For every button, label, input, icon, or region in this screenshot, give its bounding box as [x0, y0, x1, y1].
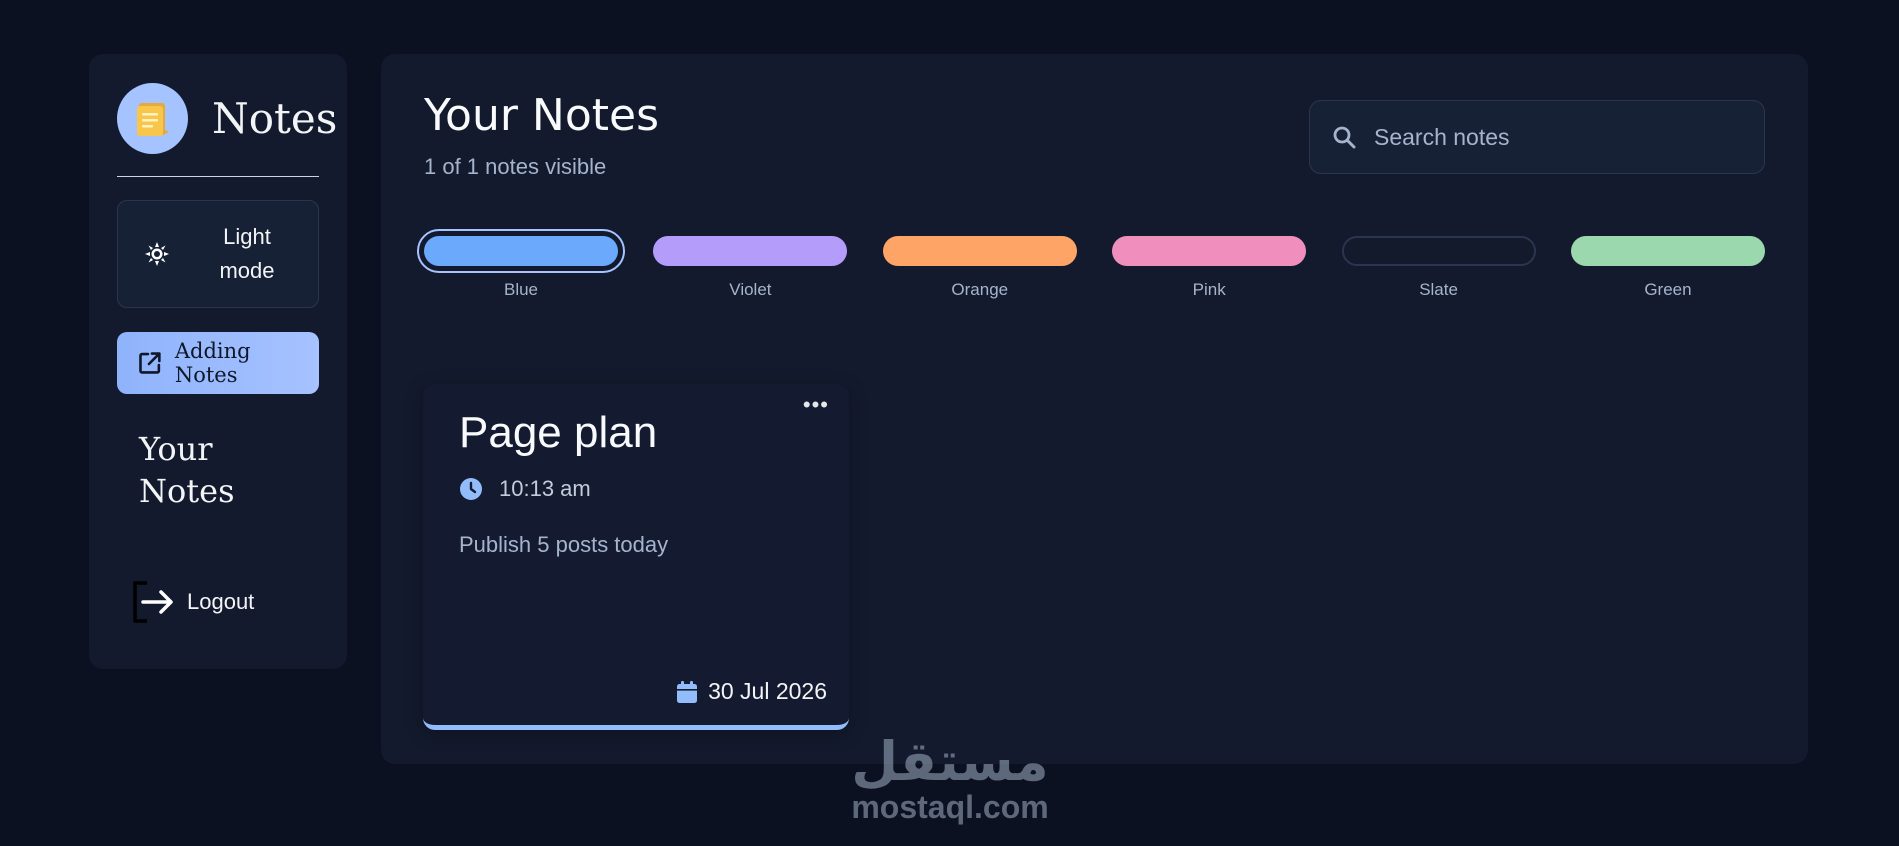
- search-box[interactable]: [1309, 100, 1765, 174]
- brand: Notes: [117, 83, 337, 154]
- swatch-label: Violet: [729, 280, 772, 299]
- logout-button[interactable]: Logout: [129, 579, 254, 625]
- visible-count: 1 of 1 notes visible: [424, 154, 607, 179]
- note-card[interactable]: ••• Page plan 10:13 am Publish 5 posts t…: [423, 384, 849, 730]
- note-title: Page plan: [459, 408, 658, 457]
- brand-name: Notes: [212, 94, 338, 143]
- note-date: 30 Jul 2026: [676, 678, 827, 705]
- swatch-violet[interactable]: Violet: [653, 236, 848, 300]
- watermark-arabic: مستقل: [851, 730, 1049, 793]
- note-time: 10:13 am: [459, 476, 591, 502]
- swatch-label: Green: [1644, 280, 1692, 299]
- your-notes-nav-link[interactable]: Your Notes: [139, 428, 259, 512]
- search-icon: [1333, 126, 1356, 149]
- more-options-icon[interactable]: •••: [803, 392, 829, 418]
- swatch-pill: [1341, 236, 1536, 266]
- main-panel: Your Notes 1 of 1 notes visible Blue Vio…: [381, 54, 1808, 764]
- swatch-orange[interactable]: Orange: [882, 236, 1077, 300]
- swatch-blue[interactable]: Blue: [417, 229, 625, 300]
- search-input[interactable]: [1374, 123, 1734, 151]
- note-time-text: 10:13 am: [499, 476, 591, 501]
- swatch-pink[interactable]: Pink: [1112, 236, 1307, 300]
- logout-label: Logout: [187, 589, 255, 614]
- calendar-icon: [677, 680, 698, 703]
- swatch-pill: [882, 236, 1077, 266]
- sidebar-divider: [117, 176, 319, 177]
- swatch-label: Slate: [1419, 280, 1458, 299]
- page-title: Your Notes: [424, 90, 659, 141]
- adding-notes-button[interactable]: Adding Notes: [117, 332, 319, 394]
- light-mode-label: Light mode: [219, 224, 275, 283]
- swatch-slate[interactable]: Slate: [1341, 236, 1536, 300]
- watermark-latin: mostaql.com: [851, 789, 1049, 825]
- swatch-label: Orange: [951, 280, 1009, 299]
- note-date-text: 30 Jul 2026: [708, 678, 827, 704]
- note-body: Publish 5 posts today: [459, 532, 669, 557]
- sidebar: Notes Light mode Adding Notes Your Notes…: [89, 54, 347, 669]
- swatch-green[interactable]: Green: [1570, 236, 1765, 300]
- swatch-pill: [1570, 236, 1765, 266]
- adding-notes-label: Adding Notes: [174, 339, 251, 387]
- sun-icon: [145, 242, 169, 266]
- mostaql-watermark: مستقل mostaql.com: [838, 730, 1062, 826]
- logout-icon: [133, 581, 173, 623]
- clock-icon: [460, 478, 482, 500]
- swatch-pill: [417, 229, 625, 273]
- swatch-pill: [653, 236, 848, 266]
- light-mode-toggle-button[interactable]: Light mode: [117, 200, 319, 308]
- notes-logo-icon: [117, 83, 188, 154]
- swatch-label: Pink: [1192, 280, 1226, 299]
- color-filter-swatches: Blue Violet Orange Pink Slate Green: [417, 229, 1765, 300]
- swatch-label: Blue: [503, 280, 539, 299]
- swatch-pill: [1112, 236, 1307, 266]
- external-link-icon: [139, 352, 161, 374]
